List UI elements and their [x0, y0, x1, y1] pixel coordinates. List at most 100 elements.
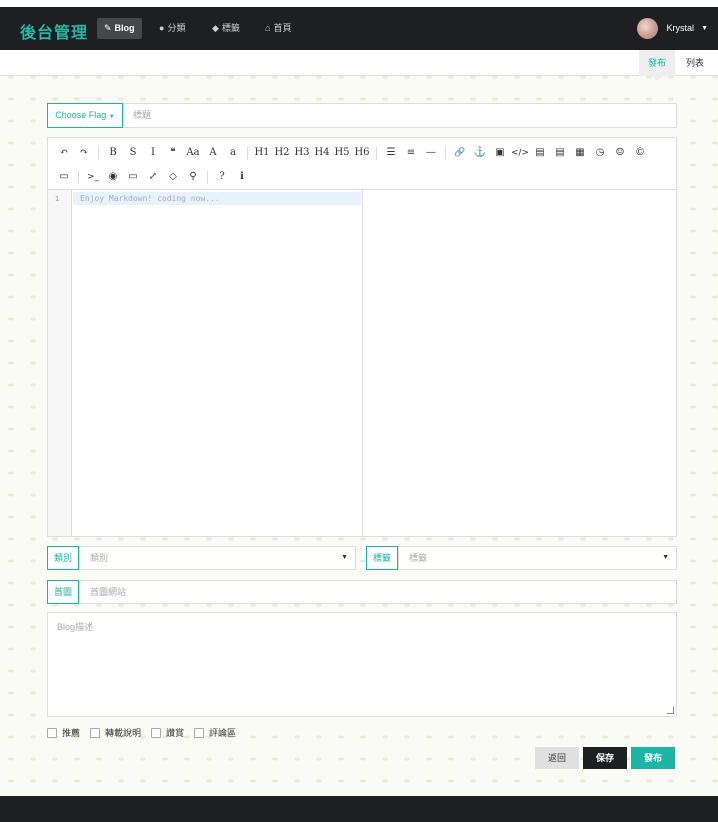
save-button[interactable]: 保存 — [583, 747, 627, 769]
tag-select[interactable]: 標籤 ▼ — [398, 546, 677, 570]
lightbulb-icon: ● — [159, 23, 165, 33]
search-icon[interactable]: ⚲ — [183, 167, 203, 187]
datetime-icon[interactable]: ◷ — [590, 143, 610, 163]
table-icon[interactable]: ▦ — [570, 143, 590, 163]
cover-label: 首圖 — [47, 580, 79, 604]
nav-category-label: 分類 — [167, 23, 186, 33]
fullscreen-icon[interactable]: ⤢ — [143, 167, 163, 187]
code-block-icon[interactable]: ▤ — [530, 143, 550, 163]
choose-flag-button[interactable]: Choose Flag ▼ — [47, 103, 123, 128]
preview-icon[interactable]: ▭ — [123, 167, 143, 187]
image-icon[interactable]: ▣ — [490, 143, 510, 163]
h4-icon[interactable]: H4 — [312, 143, 332, 163]
nav-blog-label: Blog — [114, 23, 135, 33]
lowercase-icon[interactable]: a — [223, 143, 243, 163]
h5-icon[interactable]: H5 — [332, 143, 352, 163]
nav-blog[interactable]: ✎ Blog — [97, 18, 142, 39]
brand-title[interactable]: 後台管理 — [20, 19, 88, 43]
description-placeholder: Blog描述 — [57, 622, 94, 632]
italic-icon[interactable]: I — [143, 143, 163, 163]
title-input[interactable]: 標題 — [123, 103, 677, 128]
checkbox-label: 評論區 — [209, 728, 237, 738]
dropdown-arrow-icon: ▼ — [341, 554, 348, 561]
uppercase-first-icon[interactable]: A — [203, 143, 223, 163]
option-checkboxes: 推薦 轉載說明 讚賞 評論區 — [47, 726, 246, 739]
nav-tags[interactable]: ◆ 標籤 — [205, 18, 247, 39]
checkbox-label: 轉載說明 — [105, 728, 142, 738]
checkbox-comments[interactable]: 評論區 — [194, 726, 236, 739]
preformatted-icon[interactable]: ▤ — [550, 143, 570, 163]
category-select[interactable]: 類別 ▼ — [79, 546, 356, 570]
checkbox-repost-note[interactable]: 轉載說明 — [90, 726, 141, 739]
back-button[interactable]: 返回 — [535, 747, 579, 769]
toolbar-separator — [445, 146, 446, 160]
choose-flag-label: Choose Flag — [55, 110, 107, 120]
toolbar-separator — [376, 146, 377, 160]
pagebreak-icon[interactable]: ▭ — [54, 167, 74, 187]
checkbox-appreciate[interactable]: 讚賞 — [151, 726, 184, 739]
h6-icon[interactable]: H6 — [352, 143, 372, 163]
checkbox-box[interactable] — [194, 727, 205, 738]
toolbar-separator — [247, 146, 248, 160]
unordered-list-icon[interactable]: ☰ — [381, 143, 401, 163]
checkbox-box[interactable] — [151, 727, 162, 738]
info-icon[interactable]: ℹ — [232, 167, 252, 187]
code-icon[interactable]: </> — [510, 143, 530, 163]
checkbox-label: 讚賞 — [166, 728, 185, 738]
avatar — [636, 18, 658, 39]
goto-line-icon[interactable]: >_ — [83, 167, 103, 187]
toolbar-separator — [98, 146, 99, 160]
uppercase-icon[interactable]: Aa — [183, 143, 203, 163]
tab-list[interactable]: 列表 — [677, 50, 713, 76]
user-name: Krystal — [666, 23, 695, 33]
clear-icon[interactable]: ◇ — [163, 167, 183, 187]
top-strip — [0, 0, 718, 7]
sub-navigation: 發布 列表 — [0, 50, 718, 81]
caret-down-icon: ▼ — [701, 25, 708, 32]
tag-label: 標籤 — [366, 546, 398, 570]
strikethrough-icon[interactable]: S — [123, 143, 143, 163]
help-icon[interactable]: ? — [212, 167, 232, 187]
redo-icon[interactable]: ↷ — [74, 143, 94, 163]
line-gutter: 1 — [48, 190, 72, 536]
h2-icon[interactable]: H2 — [272, 143, 292, 163]
editor-text-area[interactable]: Enjoy Markdown! coding now... — [73, 192, 361, 205]
resize-handle-icon[interactable] — [667, 707, 674, 714]
line-number: 1 — [54, 195, 60, 203]
user-menu[interactable]: Krystal ▼ — [636, 18, 708, 39]
toolbar-row-2: ▭ >_ ◉ ▭ ⤢ ◇ ⚲? ℹ — [54, 165, 670, 189]
toolbar-separator — [207, 170, 208, 184]
checkbox-box[interactable] — [90, 727, 101, 738]
home-icon: ⌂ — [265, 23, 271, 33]
nav-home[interactable]: ⌂ 首頁 — [258, 18, 298, 39]
description-textarea[interactable]: Blog描述 — [47, 612, 677, 717]
nav-category[interactable]: ● 分類 — [152, 18, 192, 39]
tab-publish[interactable]: 發布 — [639, 50, 676, 81]
toolbar-row-1: ↶ ↷ B S I ❝ Aa Aa H1 H2 H3 H4 H5 H6 ☰ ≡ — 🔗 ⚓ ▣ </> ▤ ▤ ▦ ◷ ☺ © — [54, 141, 670, 165]
tags-icon: ◆ — [212, 23, 219, 33]
ordered-list-icon[interactable]: ≡ — [401, 143, 421, 163]
link-icon[interactable]: 🔗 — [450, 143, 470, 163]
checkbox-box[interactable] — [47, 727, 57, 738]
navbar: 後台管理 ✎ Blog ● 分類 ◆ 標籤 ⌂ 首頁 Krystal ▼ — [0, 7, 718, 50]
cover-url-input[interactable]: 首圖網站 — [79, 580, 677, 604]
horizontal-rule-icon[interactable]: — — [421, 143, 441, 163]
edit-icon: ✎ — [104, 23, 112, 33]
anchor-icon[interactable]: ⚓ — [470, 143, 490, 163]
nav-tags-label: 標籤 — [221, 23, 240, 33]
undo-icon[interactable]: ↶ — [54, 143, 74, 163]
watch-icon[interactable]: ◉ — [103, 167, 123, 187]
footer — [0, 796, 718, 822]
toolbar-separator — [78, 170, 79, 184]
checkbox-recommend[interactable]: 推薦 — [47, 726, 80, 739]
nav-home-label: 首頁 — [273, 23, 292, 33]
quote-icon[interactable]: ❝ — [163, 143, 183, 163]
editor-preview-divider — [362, 190, 363, 536]
emoji-icon[interactable]: ☺ — [610, 143, 630, 163]
html-entity-icon[interactable]: © — [630, 143, 650, 163]
publish-button[interactable]: 發布 — [631, 747, 675, 769]
h1-icon[interactable]: H1 — [252, 143, 272, 163]
category-placeholder: 類別 — [90, 553, 109, 563]
bold-icon[interactable]: B — [103, 143, 123, 163]
h3-icon[interactable]: H3 — [292, 143, 312, 163]
